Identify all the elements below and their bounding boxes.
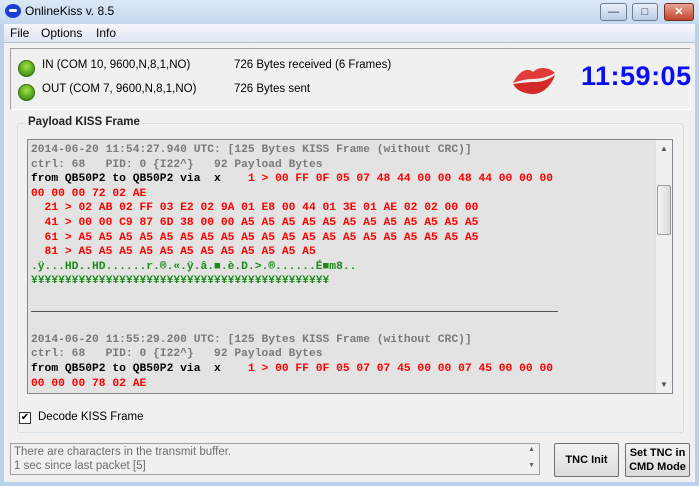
vertical-scrollbar[interactable]: ▲ ▼	[655, 140, 672, 393]
set-tnc-label-line1: Set TNC in	[629, 447, 686, 459]
frame-route: from QB50P2 to QB50P2 via x	[31, 173, 242, 186]
tnc-init-button[interactable]: TNC Init	[554, 443, 619, 477]
window-title: OnlineKiss v. 8.5	[25, 4, 115, 18]
hex-line: 1 > 00 FF 0F 05 07 07 45 00 00 07 45 00 …	[241, 362, 554, 375]
scroll-thumb[interactable]	[657, 185, 671, 235]
frame-ctrl: ctrl: 68 PID: 0 {I22^} 92 Payload Bytes	[31, 158, 323, 171]
close-button[interactable]: ✕	[664, 3, 694, 21]
main-window: File Options Info IN (COM 10, 9600,N,8,1…	[4, 24, 695, 482]
set-tnc-label-line2: CMD Mode	[629, 461, 686, 473]
in-port-label: IN (COM 10, 9600,N,8,1,NO)	[42, 59, 191, 71]
title-bar: OnlineKiss v. 8.5 — □ ✕	[0, 0, 699, 24]
log-line: There are characters in the transmit buf…	[14, 446, 232, 458]
frame-header: 2014-06-20 11:54:27.940 UTC: [125 Bytes …	[31, 144, 472, 156]
frame-route: from QB50P2 to QB50P2 via x	[31, 362, 242, 375]
hex-line: 00 00 00 72 02 AE	[31, 187, 147, 200]
menu-options[interactable]: Options	[41, 26, 82, 40]
hex-line: 81 > A5 A5 A5 A5 A5 A5 A5 A5 A5 A5 A5 A5	[31, 246, 316, 259]
menu-bar: File Options Info	[4, 24, 695, 43]
frame-separator	[31, 304, 559, 319]
log-textarea[interactable]: There are characters in the transmit buf…	[10, 443, 540, 475]
scroll-up-icon[interactable]: ▲	[528, 446, 535, 453]
minimize-button[interactable]: —	[600, 3, 627, 21]
in-status-led-icon	[18, 60, 35, 77]
scroll-down-icon[interactable]: ▼	[656, 376, 672, 393]
out-bytes-label: 726 Bytes sent	[234, 83, 311, 95]
log-line: 1 sec since last packet [5]	[14, 460, 146, 472]
set-tnc-cmd-mode-button[interactable]: Set TNC in CMD Mode	[625, 443, 690, 477]
out-status-led-icon	[18, 84, 35, 101]
hex-line: 00 00 00 78 02 AE	[31, 377, 147, 390]
scroll-down-icon[interactable]: ▼	[528, 462, 535, 469]
yen-line: ¥¥¥¥¥¥¥¥¥¥¥¥¥¥¥¥¥¥¥¥¥¥¥¥¥¥¥¥¥¥¥¥¥¥¥¥¥¥¥¥…	[31, 275, 330, 288]
in-bytes-label: 726 Bytes received (6 Frames)	[234, 59, 392, 71]
menu-file[interactable]: File	[10, 26, 29, 40]
payload-textarea[interactable]: 2014-06-20 11:54:27.940 UTC: [125 Bytes …	[27, 139, 673, 394]
hex-line: 41 > 00 00 C9 87 6D 38 00 00 A5 A5 A5 A5…	[31, 216, 479, 229]
frame-header: 2014-06-20 11:55:29.200 UTC: [125 Bytes …	[31, 333, 472, 346]
payload-kiss-frame-group: Payload KISS Frame 2014-06-20 11:54:27.9…	[17, 116, 684, 433]
menu-info[interactable]: Info	[96, 26, 116, 40]
group-label: Payload KISS Frame	[26, 116, 142, 128]
tnc-init-label: TNC Init	[565, 454, 608, 466]
hex-line: 1 > 00 FF 0F 05 07 48 44 00 00 48 44 00 …	[241, 173, 554, 186]
lips-logo-icon	[513, 67, 555, 95]
clock: 11:59:05	[581, 61, 692, 91]
decode-kiss-frame-checkbox[interactable]: ✔	[19, 412, 31, 424]
ascii-line: .ÿ...HD..HD......r.®.«.ÿ.â.■.è.D.>.®....…	[31, 260, 357, 273]
maximize-button[interactable]: □	[632, 3, 658, 21]
out-port-label: OUT (COM 7, 9600,N,8,1,NO)	[42, 83, 197, 95]
hex-line: 21 > 02 AB 02 FF 03 E2 02 9A 01 E8 00 44…	[31, 202, 479, 215]
scroll-up-icon[interactable]: ▲	[656, 140, 672, 157]
hex-line: 61 > A5 A5 A5 A5 A5 A5 A5 A5 A5 A5 A5 A5…	[31, 231, 479, 244]
decode-kiss-frame-label: Decode KISS Frame	[38, 411, 144, 423]
frame-ctrl: ctrl: 68 PID: 0 {I22^} 92 Payload Bytes	[31, 348, 323, 361]
app-icon	[5, 4, 21, 18]
status-panel: IN (COM 10, 9600,N,8,1,NO) 726 Bytes rec…	[10, 48, 691, 110]
